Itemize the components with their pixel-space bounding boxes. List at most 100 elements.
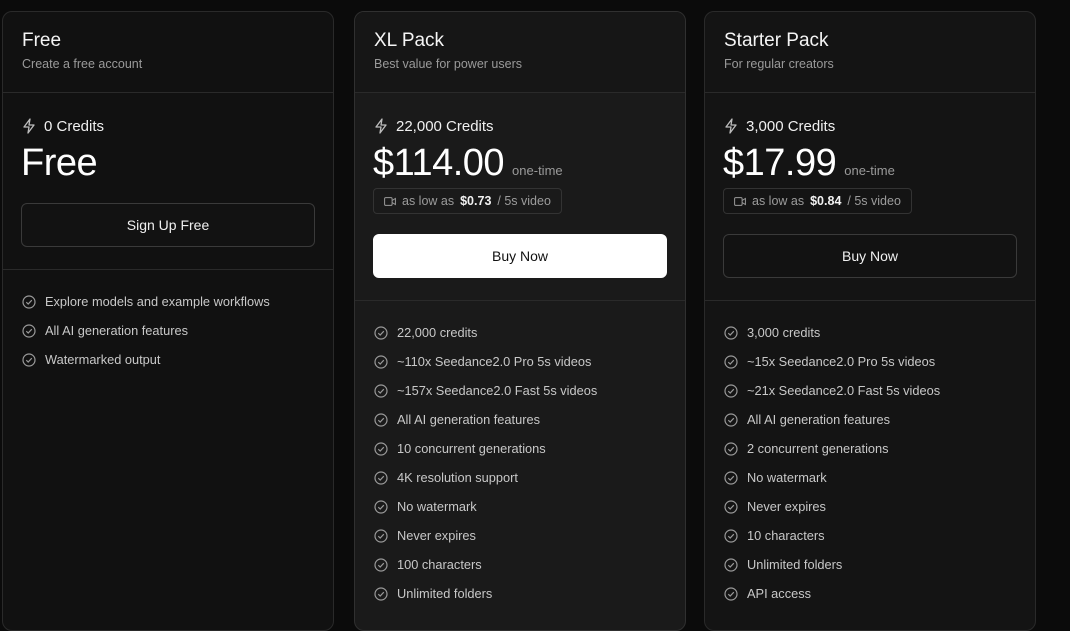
per-video-price-badge: as low as $0.84 / 5s video bbox=[723, 188, 912, 214]
check-circle-icon bbox=[374, 325, 388, 340]
feature-label: All AI generation features bbox=[397, 412, 540, 427]
list-item: 4K resolution support bbox=[374, 463, 597, 492]
feature-label: API access bbox=[747, 586, 812, 601]
list-item: Explore models and example workflows bbox=[22, 287, 270, 316]
per-video-prefix: as low as bbox=[402, 194, 455, 208]
video-camera-icon bbox=[734, 196, 746, 206]
plan-subtitle: Create a free account bbox=[22, 57, 143, 71]
price-row: $17.99 one-time bbox=[723, 142, 895, 185]
check-circle-icon bbox=[374, 586, 388, 601]
list-item: No watermark bbox=[724, 463, 940, 492]
check-circle-icon bbox=[374, 412, 388, 427]
feature-label: ~21x Seedance2.0 Fast 5s videos bbox=[747, 383, 941, 398]
plan-price: $114.00 bbox=[373, 142, 505, 184]
plan-card-free: Free Create a free account 0 Credits Fre… bbox=[2, 11, 334, 631]
price-note: one-time bbox=[512, 163, 563, 178]
check-circle-icon bbox=[724, 470, 738, 485]
plan-header: Free Create a free account bbox=[3, 12, 333, 93]
per-video-price: $0.73 bbox=[460, 194, 492, 208]
feature-label: Explore models and example workflows bbox=[45, 294, 270, 309]
check-circle-icon bbox=[374, 557, 388, 572]
credits-amount: 3,000 Credits bbox=[746, 117, 836, 135]
check-circle-icon bbox=[22, 352, 36, 367]
feature-label: Unlimited folders bbox=[397, 586, 493, 601]
list-item: API access bbox=[724, 579, 940, 608]
feature-label: ~15x Seedance2.0 Pro 5s videos bbox=[747, 354, 936, 369]
feature-list: 22,000 credits ~110x Seedance2.0 Pro 5s … bbox=[374, 318, 597, 608]
feature-label: ~157x Seedance2.0 Fast 5s videos bbox=[397, 383, 598, 398]
credits-amount: 22,000 Credits bbox=[396, 117, 494, 135]
check-circle-icon bbox=[374, 383, 388, 398]
feature-label: Never expires bbox=[747, 499, 826, 514]
check-circle-icon bbox=[724, 441, 738, 456]
feature-list: Explore models and example workflows All… bbox=[22, 287, 270, 374]
plan-price: Free bbox=[21, 142, 98, 184]
feature-label: All AI generation features bbox=[747, 412, 890, 427]
list-item: 10 concurrent generations bbox=[374, 434, 597, 463]
divider bbox=[3, 269, 333, 270]
per-video-suffix: / 5s video bbox=[497, 194, 551, 208]
list-item: 100 characters bbox=[374, 550, 597, 579]
check-circle-icon bbox=[374, 354, 388, 369]
buy-now-button[interactable]: Buy Now bbox=[373, 234, 667, 278]
plan-price: $17.99 bbox=[723, 142, 837, 184]
plan-title: XL Pack bbox=[374, 30, 445, 51]
list-item: Unlimited folders bbox=[374, 579, 597, 608]
check-circle-icon bbox=[724, 354, 738, 369]
check-circle-icon bbox=[724, 325, 738, 340]
list-item: 2 concurrent generations bbox=[724, 434, 940, 463]
plan-title: Free bbox=[22, 30, 62, 51]
price-note: one-time bbox=[844, 163, 895, 178]
plan-header: Starter Pack For regular creators bbox=[705, 12, 1035, 93]
lightning-bolt-icon bbox=[23, 118, 35, 134]
lightning-bolt-icon bbox=[725, 118, 737, 134]
check-circle-icon bbox=[724, 412, 738, 427]
check-circle-icon bbox=[374, 470, 388, 485]
sign-up-free-button[interactable]: Sign Up Free bbox=[21, 203, 315, 247]
check-circle-icon bbox=[374, 528, 388, 543]
credits-row: 0 Credits bbox=[22, 116, 104, 136]
divider bbox=[705, 300, 1035, 301]
list-item: All AI generation features bbox=[374, 405, 597, 434]
feature-label: 10 characters bbox=[747, 528, 825, 543]
list-item: ~15x Seedance2.0 Pro 5s videos bbox=[724, 347, 940, 376]
price-row: Free bbox=[21, 142, 98, 185]
per-video-price: $0.84 bbox=[810, 194, 842, 208]
per-video-suffix: / 5s video bbox=[847, 194, 901, 208]
feature-label: 22,000 credits bbox=[397, 325, 478, 340]
list-item: 10 characters bbox=[724, 521, 940, 550]
list-item: 22,000 credits bbox=[374, 318, 597, 347]
credits-row: 22,000 Credits bbox=[374, 116, 494, 136]
buy-now-button[interactable]: Buy Now bbox=[723, 234, 1017, 278]
feature-label: 3,000 credits bbox=[747, 325, 821, 340]
list-item: Never expires bbox=[374, 521, 597, 550]
feature-label: 10 concurrent generations bbox=[397, 441, 546, 456]
check-circle-icon bbox=[22, 294, 36, 309]
check-circle-icon bbox=[724, 557, 738, 572]
feature-list: 3,000 credits ~15x Seedance2.0 Pro 5s vi… bbox=[724, 318, 940, 608]
lightning-bolt-icon bbox=[375, 118, 387, 134]
feature-label: Watermarked output bbox=[45, 352, 161, 367]
check-circle-icon bbox=[374, 499, 388, 514]
plan-title: Starter Pack bbox=[724, 30, 829, 51]
feature-label: No watermark bbox=[747, 470, 827, 485]
credits-row: 3,000 Credits bbox=[724, 116, 835, 136]
video-camera-icon bbox=[384, 196, 396, 206]
per-video-prefix: as low as bbox=[752, 194, 805, 208]
per-video-price-badge: as low as $0.73 / 5s video bbox=[373, 188, 562, 214]
plan-subtitle: For regular creators bbox=[724, 57, 834, 71]
list-item: ~110x Seedance2.0 Pro 5s videos bbox=[374, 347, 597, 376]
plan-header: XL Pack Best value for power users bbox=[355, 12, 685, 93]
feature-label: No watermark bbox=[397, 499, 477, 514]
list-item: ~157x Seedance2.0 Fast 5s videos bbox=[374, 376, 597, 405]
list-item: No watermark bbox=[374, 492, 597, 521]
list-item: Watermarked output bbox=[22, 345, 270, 374]
plan-card-xl-pack: XL Pack Best value for power users 22,00… bbox=[354, 11, 686, 631]
feature-label: All AI generation features bbox=[45, 323, 188, 338]
check-circle-icon bbox=[374, 441, 388, 456]
list-item: ~21x Seedance2.0 Fast 5s videos bbox=[724, 376, 940, 405]
list-item: 3,000 credits bbox=[724, 318, 940, 347]
check-circle-icon bbox=[724, 528, 738, 543]
list-item: Unlimited folders bbox=[724, 550, 940, 579]
price-row: $114.00 one-time bbox=[373, 142, 563, 185]
